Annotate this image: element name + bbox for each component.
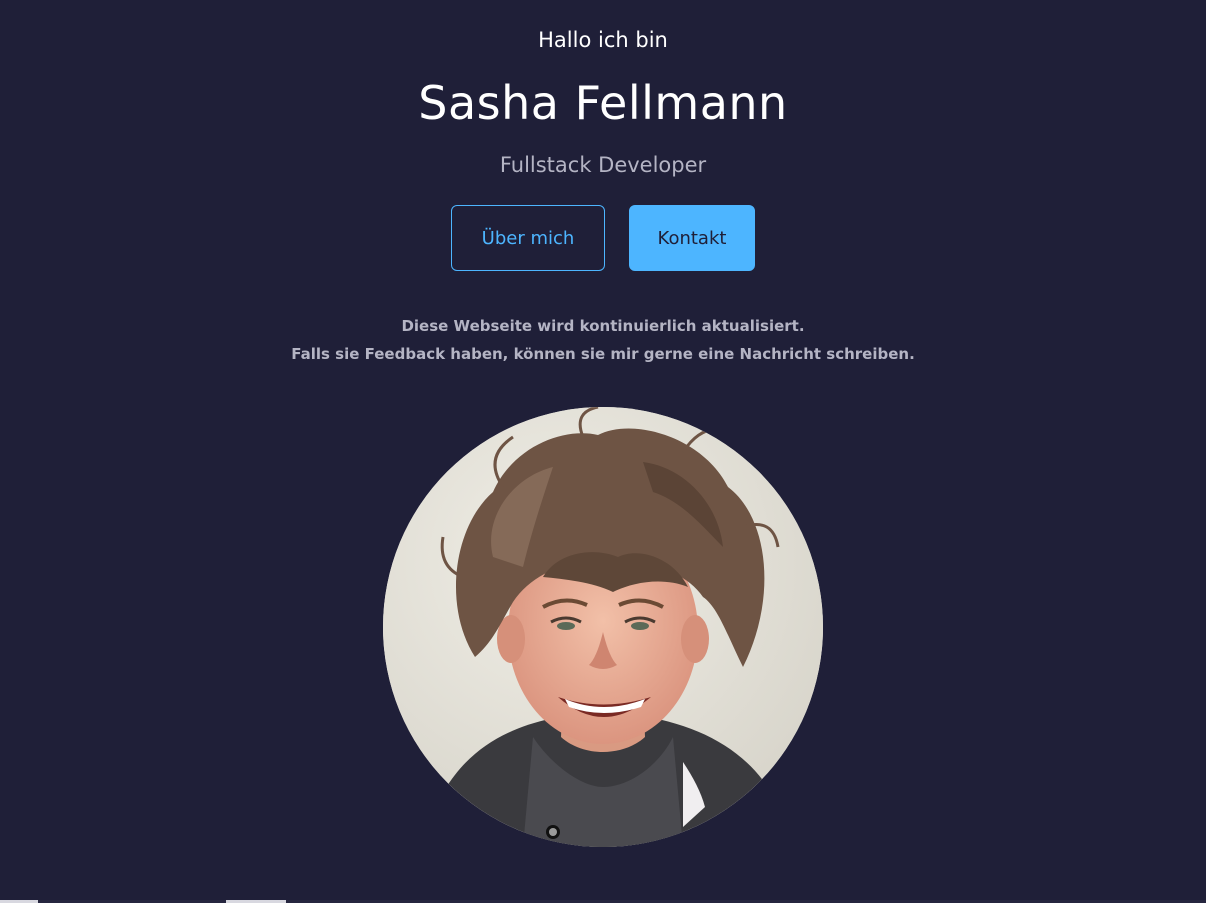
portrait-illustration (383, 407, 823, 847)
notice-line-2: Falls sie Feedback haben, können sie mir… (291, 345, 915, 363)
greeting-text: Hallo ich bin (538, 28, 668, 52)
update-notice: Diese Webseite wird kontinuierlich aktua… (0, 312, 1206, 368)
profile-portrait (383, 407, 823, 847)
notice-line-1: Diese Webseite wird kontinuierlich aktua… (401, 317, 805, 335)
about-me-button[interactable]: Über mich (451, 205, 605, 271)
contact-button[interactable]: Kontakt (629, 205, 755, 271)
page-title: Sasha Fellmann (418, 76, 788, 130)
hero-section: Hallo ich bin Sasha Fellmann Fullstack D… (0, 0, 1206, 903)
cta-group: Über mich Kontakt (0, 205, 1206, 271)
role-subtitle: Fullstack Developer (499, 153, 707, 177)
